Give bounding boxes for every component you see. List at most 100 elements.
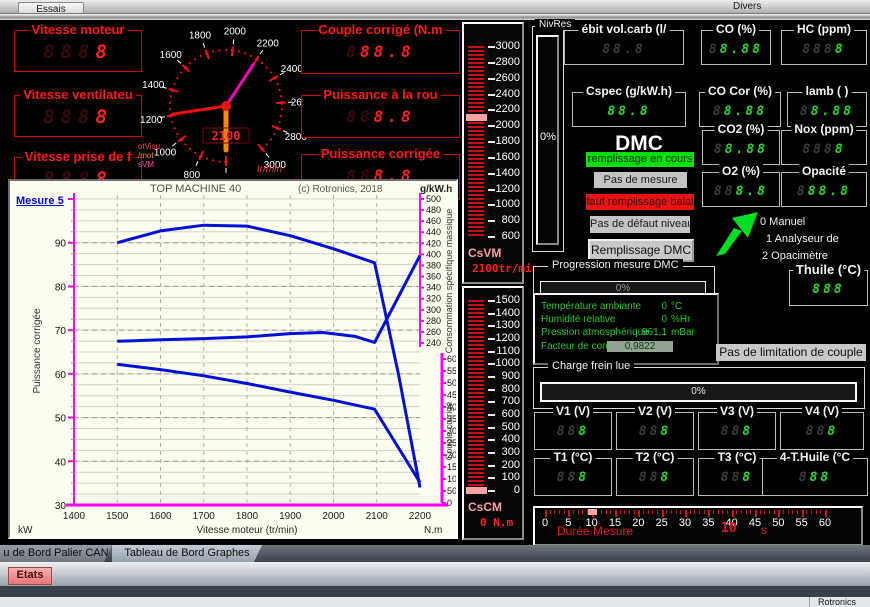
tick (704, 510, 705, 514)
gauge-csvm: 6008001000120014001600180020002200240026… (462, 22, 524, 284)
tick (760, 510, 761, 514)
tick (468, 218, 484, 220)
display-t1: T1 (°C) 888 (534, 458, 612, 496)
seven-segment-value: 888.8 (302, 107, 459, 126)
svg-text:1600: 1600 (160, 50, 183, 61)
tick (468, 456, 484, 458)
display-label: T1 (°C) (551, 450, 596, 464)
tick (468, 440, 484, 442)
svg-text:400: 400 (426, 249, 441, 259)
essais-menu-button[interactable]: Essais (18, 2, 84, 14)
tick (468, 146, 484, 148)
tick-label: 1500 (492, 294, 520, 306)
tick (797, 510, 798, 514)
tick (468, 210, 484, 212)
display-label: CO2 (%) (715, 122, 768, 136)
tick (468, 134, 484, 136)
tick (468, 130, 484, 132)
tick (680, 510, 681, 514)
display-label: Puissance à la rou (320, 87, 440, 102)
svg-text:(c) Rotronics, 2018: (c) Rotronics, 2018 (298, 184, 383, 195)
tab-graphes[interactable]: Tableau de Bord Graphes (112, 545, 262, 562)
tick (634, 510, 635, 514)
tick (468, 304, 484, 306)
svg-text:1400: 1400 (63, 511, 86, 522)
seven-segment-value: 88.8 (573, 104, 685, 119)
selector-item-analyseur[interactable]: 1 Analyseur de (766, 233, 839, 245)
csvm-value: 2100tr/min (472, 262, 538, 275)
seven-segment-value: 8888 (15, 106, 141, 128)
display-label: lamb ( ) (803, 84, 852, 98)
svg-text:80: 80 (55, 282, 67, 293)
tick (657, 510, 658, 514)
display-opacite: Opacité 888.8 (781, 172, 867, 207)
progression-dmc-label: Progression mesure DMC (548, 259, 683, 271)
chart-canvas: 3040506070809010014001500160017001800190… (10, 181, 456, 537)
dmc-status-pas-defaut-niveau: Pas de défaut niveau (590, 216, 690, 233)
tick (811, 510, 812, 514)
tick (468, 106, 484, 108)
tick (554, 510, 555, 514)
svg-text:/mot: /mot (138, 151, 154, 160)
seven-segment-value: 88.88 (700, 104, 780, 119)
divers-menu[interactable]: Divers (733, 1, 761, 12)
tick (468, 50, 484, 52)
mesure-link[interactable]: Mesure 5 (14, 195, 66, 207)
tick (662, 510, 664, 517)
display-label: Thuile (°C) (793, 262, 864, 277)
display-v2: V2 (V) 888 (616, 412, 694, 450)
svg-text:0: 0 (447, 498, 452, 508)
charge-frein-bar: 0% (540, 382, 857, 402)
display-label: CO (%) (713, 22, 759, 36)
display-cspec: Cspec (g/kW.h) 88.8 (572, 92, 686, 127)
tick-label: 200 (492, 459, 520, 471)
tick (615, 510, 617, 517)
etats-button[interactable]: Etats (8, 567, 52, 585)
selector-item-opacimetre[interactable]: 2 Opacimètre (762, 250, 828, 262)
svg-text:TOP MACHINE 40: TOP MACHINE 40 (150, 183, 241, 195)
tick (468, 436, 484, 438)
env-row: Pression atmosphérique961,1mBar (541, 327, 713, 340)
nivres-tank: NivRes 0% (532, 26, 564, 252)
display-label: Cspec (g/kW.h) (583, 84, 675, 98)
tick (708, 510, 710, 517)
svg-text:kW: kW (18, 525, 33, 536)
seven-segment-value: 88.88 (788, 104, 866, 119)
svg-text:2200: 2200 (257, 39, 280, 50)
svg-text:2000: 2000 (224, 27, 247, 38)
display-label: T3 (°C) (715, 450, 760, 464)
display-label: HC (ppm) (794, 22, 854, 36)
tab-palier-can[interactable]: u de Bord Palier CAN (0, 545, 112, 562)
tick (468, 170, 484, 172)
tick (573, 510, 574, 514)
tick (694, 510, 695, 514)
tick (802, 510, 804, 517)
tick-label: 1000 (492, 198, 520, 210)
tick (468, 376, 484, 378)
tick-label: 1200 (492, 332, 520, 344)
tick-label: 0 (492, 484, 520, 496)
tick-label: 100 (492, 471, 520, 483)
svg-text:380: 380 (426, 260, 441, 270)
tick (624, 510, 625, 514)
tick (468, 364, 484, 366)
svg-text:Vitesse moteur (tr/min): Vitesse moteur (tr/min) (197, 525, 298, 536)
svg-text:500: 500 (426, 194, 441, 204)
svg-text:150: 150 (447, 462, 456, 472)
tick (468, 328, 484, 330)
tick (601, 510, 602, 514)
tick (468, 444, 484, 446)
display-couple-corrige: Couple corrigé (N.m 888.8 (301, 30, 460, 74)
tick (468, 372, 484, 374)
status-bar: Rotronics (0, 597, 870, 607)
seven-segment-value: 888.8 (302, 42, 459, 61)
tick (468, 94, 484, 96)
tick (468, 356, 484, 358)
tick-label: 2200 (492, 103, 520, 115)
tick-label: 1200 (492, 183, 520, 195)
duree-label: Durée Mesure (557, 524, 633, 538)
tick (468, 150, 484, 152)
selector-item-manuel[interactable]: 0 Manuel (760, 216, 805, 228)
seven-segment-value: 888 (535, 424, 611, 439)
svg-text:40: 40 (55, 457, 67, 468)
